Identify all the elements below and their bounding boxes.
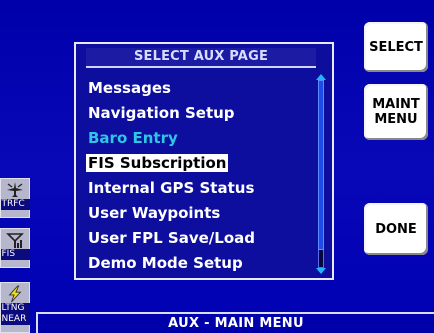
menu-item-label: Messages bbox=[88, 79, 171, 97]
select-button[interactable]: SELECT bbox=[364, 22, 428, 72]
traffic-icon bbox=[7, 182, 23, 197]
fis-label: FIS bbox=[0, 249, 30, 260]
maint-menu-button-line2: MENU bbox=[374, 112, 418, 127]
menu-item-internal-gps-status[interactable]: Internal GPS Status bbox=[84, 176, 308, 201]
lightning-icon bbox=[8, 285, 22, 303]
page-title-bar: AUX - MAIN MENU bbox=[36, 312, 434, 333]
scroll-thumb[interactable] bbox=[318, 80, 324, 250]
menu-scrollbar[interactable] bbox=[316, 74, 326, 274]
aux-screen: SELECT MAINT MENU DONE SELECT AUX PAGE M… bbox=[0, 0, 434, 333]
traffic-status-icon: TRFC bbox=[0, 178, 30, 218]
lightning-label-line2: NEAR bbox=[0, 314, 30, 325]
menu-item-user-fpl-save-load[interactable]: User FPL Save/Load bbox=[84, 226, 308, 251]
aux-menu-list: Messages Navigation Setup Baro Entry FIS… bbox=[84, 76, 308, 276]
menu-item-label: Baro Entry bbox=[88, 129, 178, 147]
maint-menu-button[interactable]: MAINT MENU bbox=[364, 84, 428, 140]
panel-title: SELECT AUX PAGE bbox=[86, 48, 316, 68]
menu-item-label: Internal GPS Status bbox=[88, 179, 255, 197]
lightning-label-line1: LTNG bbox=[0, 303, 30, 314]
menu-item-navigation-setup[interactable]: Navigation Setup bbox=[84, 101, 308, 126]
menu-item-baro-entry[interactable]: Baro Entry bbox=[84, 126, 308, 151]
select-aux-page-panel: SELECT AUX PAGE Messages Navigation Setu… bbox=[74, 42, 334, 280]
done-button[interactable]: DONE bbox=[364, 203, 428, 255]
fis-status-icon: FIS bbox=[0, 228, 30, 268]
menu-item-user-waypoints[interactable]: User Waypoints bbox=[84, 201, 308, 226]
menu-item-label: User FPL Save/Load bbox=[88, 229, 255, 247]
menu-item-demo-mode-setup[interactable]: Demo Mode Setup bbox=[84, 251, 308, 276]
menu-item-label: Navigation Setup bbox=[88, 104, 235, 122]
lightning-status-icon: LTNG NEAR bbox=[0, 282, 30, 333]
done-button-label: DONE bbox=[375, 221, 417, 237]
menu-item-fis-subscription[interactable]: FIS Subscription bbox=[84, 151, 308, 176]
menu-item-label: Demo Mode Setup bbox=[88, 254, 243, 272]
menu-item-messages[interactable]: Messages bbox=[84, 76, 308, 101]
page-title: AUX - MAIN MENU bbox=[168, 316, 304, 331]
select-button-label: SELECT bbox=[369, 39, 423, 55]
menu-item-label: FIS Subscription bbox=[86, 154, 229, 172]
scroll-down-arrow-icon[interactable] bbox=[316, 268, 326, 274]
menu-item-label: User Waypoints bbox=[88, 204, 221, 222]
traffic-label: TRFC bbox=[0, 199, 30, 210]
maint-menu-button-line1: MAINT bbox=[372, 97, 420, 112]
fis-antenna-icon bbox=[6, 233, 24, 248]
